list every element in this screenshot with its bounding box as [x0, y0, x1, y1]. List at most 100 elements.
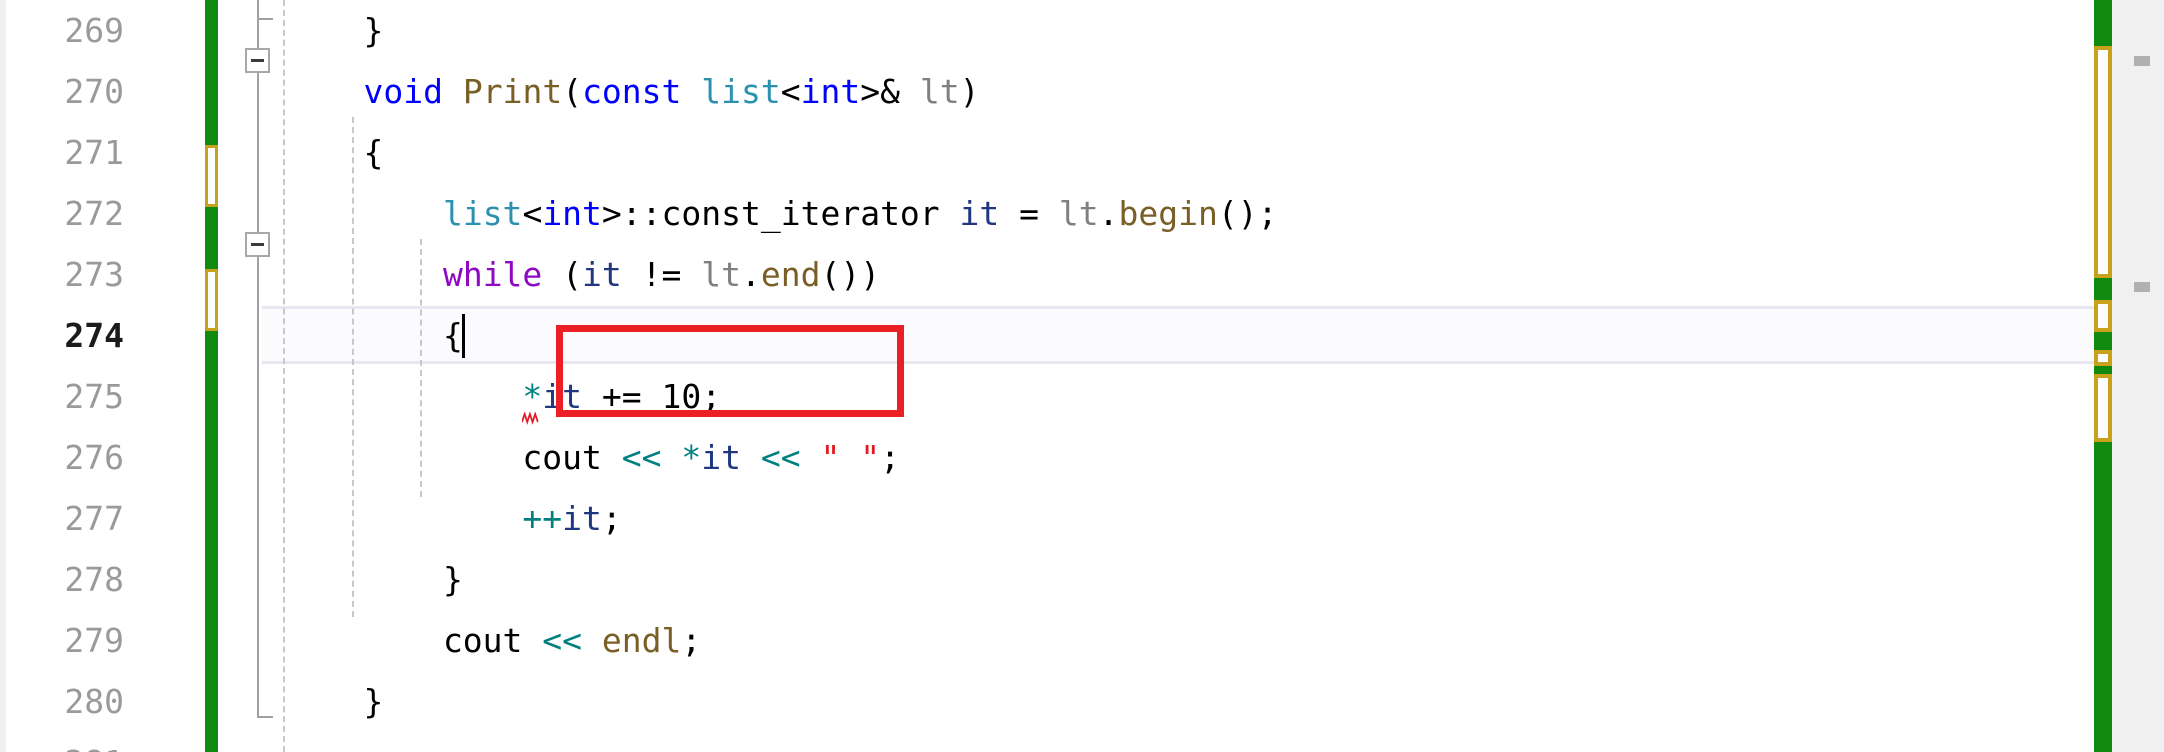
code-token: <<: [621, 438, 662, 477]
code-line-text[interactable]: ++it;: [284, 488, 622, 549]
change-bar-segment-saved: [205, 207, 218, 269]
code-token: ++: [522, 499, 563, 538]
code-line[interactable]: [284, 732, 2094, 752]
code-token: }: [284, 11, 384, 50]
line-number-row: 280: [0, 671, 148, 732]
code-token: void: [363, 72, 443, 111]
error-squiggle-underline: [521, 412, 539, 425]
scrollbar-change-markers: [2094, 0, 2112, 752]
collapse-region-button[interactable]: [245, 232, 270, 257]
code-token: cout: [284, 438, 622, 477]
code-line[interactable]: list<int>::const_iterator it = lt.begin(…: [284, 183, 2094, 244]
code-token: (: [562, 72, 583, 111]
code-token: lt: [919, 72, 960, 111]
line-number-row: 274: [0, 305, 148, 366]
code-token: *: [681, 438, 702, 477]
code-line-text[interactable]: *it += 10;: [284, 366, 721, 427]
code-token: it: [582, 255, 622, 294]
scrollbar-change-segment-unsaved: [2094, 300, 2112, 332]
code-line[interactable]: {: [284, 122, 2094, 183]
scrollbar-change-segment-unsaved: [2094, 374, 2112, 442]
code-token: }: [284, 560, 463, 599]
code-token: <<: [760, 438, 801, 477]
line-number: 280: [64, 682, 124, 721]
line-number-row: 275: [0, 366, 148, 427]
scrollbar-change-segment-saved: [2094, 332, 2112, 350]
code-token: while: [442, 255, 543, 294]
line-number-row: 278: [0, 549, 148, 610]
code-line[interactable]: *it += 10;: [284, 366, 2094, 427]
code-editor[interactable]: 269270271272273274275276277278279280281 …: [0, 0, 2164, 752]
code-line[interactable]: }: [284, 549, 2094, 610]
line-number: 271: [64, 133, 124, 172]
line-number-row: 269: [0, 0, 148, 61]
code-token: end: [760, 255, 821, 294]
line-number: 272: [64, 194, 124, 233]
code-token: ;: [601, 499, 622, 538]
line-number-row: 276: [0, 427, 148, 488]
code-line[interactable]: {: [284, 305, 2094, 366]
scrollbar-change-segment-saved: [2094, 0, 2112, 46]
code-line-text[interactable]: cout << *it << " ";: [284, 427, 900, 488]
code-line-text[interactable]: {: [284, 305, 463, 366]
code-token: it: [542, 377, 583, 416]
collapse-region-button[interactable]: [245, 48, 270, 73]
code-token: *: [522, 377, 543, 416]
code-line[interactable]: }: [284, 671, 2094, 732]
code-line[interactable]: void Print(const list<int>& lt): [284, 61, 2094, 122]
code-token: endl: [601, 621, 682, 660]
code-line-text[interactable]: list<int>::const_iterator it = lt.begin(…: [284, 183, 1278, 244]
code-line[interactable]: while (it != lt.end()): [284, 244, 2094, 305]
code-token: >&: [860, 72, 920, 111]
code-token: <: [780, 72, 801, 111]
code-token: ()): [820, 255, 881, 294]
line-number-row: 277: [0, 488, 148, 549]
code-line-text[interactable]: }: [284, 0, 383, 61]
line-number: 277: [64, 499, 124, 538]
code-token: ;: [880, 438, 900, 477]
code-token: >::const_iterator: [601, 194, 960, 233]
line-number-row: 270: [0, 61, 148, 122]
scrollbar-change-segment-saved: [2094, 442, 2112, 752]
code-line[interactable]: }: [284, 0, 2094, 61]
code-token: it: [701, 438, 742, 477]
code-token: =: [999, 194, 1059, 233]
code-line-text[interactable]: }: [284, 549, 463, 610]
scrollbar-mark[interactable]: [2134, 282, 2150, 292]
code-folding-gutter[interactable]: [232, 0, 284, 752]
code-line-text[interactable]: {: [284, 122, 383, 183]
code-line[interactable]: ++it;: [284, 488, 2094, 549]
line-number-row: 272: [0, 183, 148, 244]
line-number: 274: [64, 316, 124, 355]
line-number-row: 273: [0, 244, 148, 305]
code-token: }: [284, 682, 384, 721]
code-token: ();: [1217, 194, 1278, 233]
code-token: " ": [820, 438, 881, 477]
code-line-text[interactable]: void Print(const list<int>& lt): [284, 61, 979, 122]
code-token: int: [800, 72, 861, 111]
code-token: ;: [681, 621, 702, 660]
code-line-text[interactable]: cout << endl;: [284, 610, 701, 671]
code-line[interactable]: cout << *it << " ";: [284, 427, 2094, 488]
code-token: += 10;: [582, 377, 722, 416]
code-token: <<: [542, 621, 583, 660]
change-tracking-bar: [205, 0, 218, 752]
code-line[interactable]: cout << endl;: [284, 610, 2094, 671]
code-token: (: [542, 255, 583, 294]
code-text-area[interactable]: } void Print(const list<int>& lt) { list…: [283, 0, 2094, 752]
vertical-scrollbar[interactable]: [2094, 0, 2164, 752]
line-number: 269: [64, 11, 124, 50]
code-token: lt: [1058, 194, 1099, 233]
fold-connector-line: [257, 0, 259, 48]
code-token: cout: [284, 621, 543, 660]
scrollbar-mark[interactable]: [2134, 56, 2150, 66]
code-line-text[interactable]: }: [284, 671, 383, 732]
scrollbar-change-segment-unsaved: [2094, 46, 2112, 278]
code-line-text[interactable]: while (it != lt.end()): [284, 244, 880, 305]
